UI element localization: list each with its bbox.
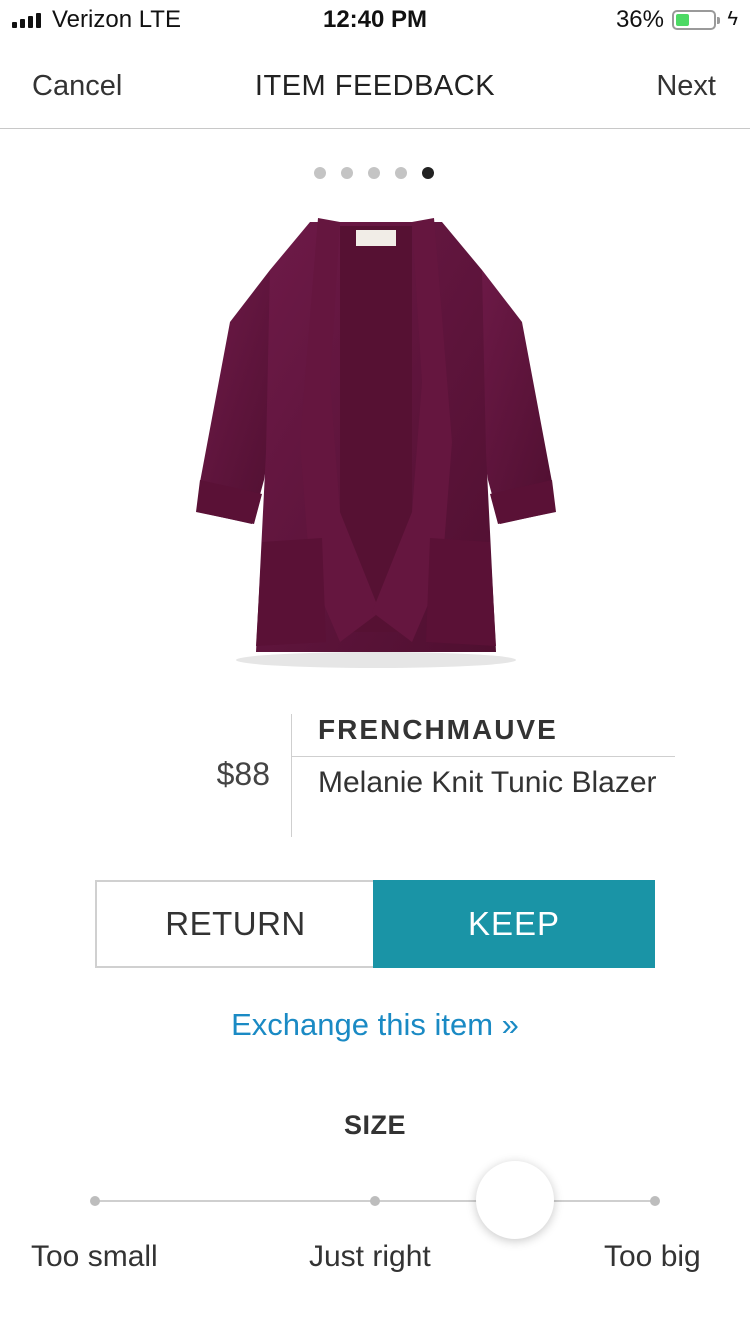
size-tick-just-right[interactable] (370, 1196, 380, 1206)
blazer-image (196, 218, 556, 668)
exchange-item-link[interactable]: Exchange this item » (0, 1007, 750, 1043)
size-tick-too-small[interactable] (90, 1196, 100, 1206)
page-dot[interactable] (395, 167, 407, 179)
keep-button[interactable]: KEEP (373, 880, 655, 968)
brand-divider (292, 756, 675, 757)
battery-fill (676, 14, 689, 26)
return-button[interactable]: RETURN (95, 880, 374, 968)
battery-percent: 36% (615, 6, 664, 33)
item-price: $88 (216, 756, 270, 792)
brand-name: FRENCHMAUVE (318, 714, 558, 745)
page-title: ITEM FEEDBACK (254, 70, 496, 102)
page-dot[interactable] (422, 167, 434, 179)
page-dot[interactable] (341, 167, 353, 179)
size-heading: SIZE (343, 1110, 406, 1140)
size-slider-handle[interactable] (476, 1161, 554, 1239)
info-divider (291, 714, 292, 837)
status-bar: Verizon LTE 12:40 PM 36% ϟ (0, 0, 750, 40)
next-button[interactable]: Next (656, 70, 716, 103)
page-dot[interactable] (368, 167, 380, 179)
item-name: Melanie Knit Tunic Blazer (318, 766, 657, 799)
size-label-too-big: Too big (604, 1240, 701, 1273)
navigation-bar: Cancel ITEM FEEDBACK Next (0, 40, 750, 129)
size-label-just-right: Just right (309, 1240, 431, 1273)
charging-bolt-icon: ϟ (727, 8, 738, 30)
page-dot[interactable] (314, 167, 326, 179)
page-indicator (314, 167, 434, 179)
size-label-too-small: Too small (31, 1240, 158, 1273)
size-tick-too-big[interactable] (650, 1196, 660, 1206)
battery-icon (672, 10, 720, 30)
